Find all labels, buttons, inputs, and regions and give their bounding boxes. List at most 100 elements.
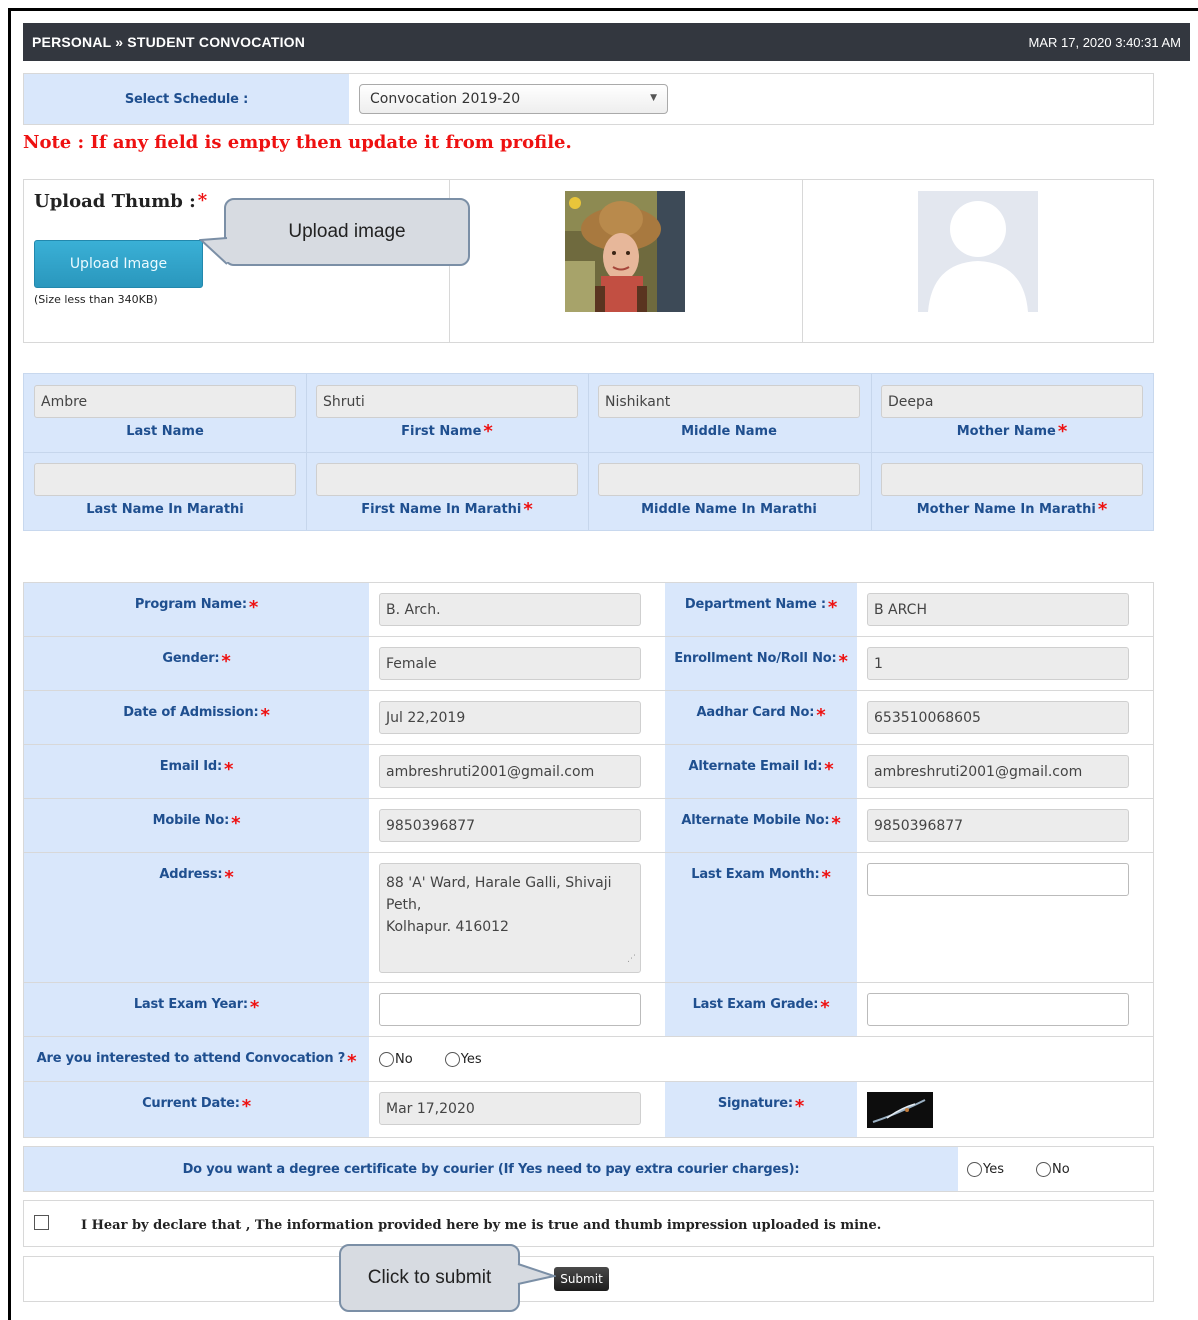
middle-name-cell: Nishikant Middle Name [588, 374, 870, 452]
table-row: Are you interested to attend Convocation… [24, 1037, 1153, 1082]
radio-yes[interactable] [444, 1051, 460, 1067]
table-row: Program Name: * B. Arch. Department Name … [24, 583, 1153, 637]
mobile-field[interactable]: 9850396877 [379, 809, 641, 842]
submit-button[interactable]: Submit [554, 1267, 609, 1291]
schedule-value-cell: Convocation 2019-20 ▼ [349, 74, 1153, 124]
callout-pointer [516, 1263, 556, 1285]
names-section: Ambre Last Name Shruti First Name * Nishi… [23, 373, 1154, 531]
address-label: Address: * [24, 853, 369, 982]
upload-image-button[interactable]: Upload Image [34, 240, 203, 288]
middle-name-marathi-label: Middle Name In Marathi [641, 501, 817, 517]
alt-mobile-field[interactable]: 9850396877 [867, 809, 1129, 842]
upload-thumb-section: Upload Thumb : * Upload Image (Size less … [23, 179, 1154, 343]
admission-date-cell: Jul 22,2019 [369, 691, 665, 744]
alt-email-field[interactable]: ambreshruti2001@gmail.com [867, 755, 1129, 788]
program-field[interactable]: B. Arch. [379, 593, 641, 626]
page-frame-top [8, 8, 1198, 11]
signature-image [867, 1092, 933, 1128]
table-row: Mobile No: * 9850396877 Alternate Mobile … [24, 799, 1153, 853]
divider [802, 180, 803, 342]
attend-no-option[interactable]: No [379, 1051, 413, 1067]
enrollment-field[interactable]: 1 [867, 647, 1129, 680]
signature-cell [857, 1082, 1153, 1137]
program-label: Program Name: * [24, 583, 369, 636]
dropdown-arrow-icon: ▼ [650, 93, 657, 103]
courier-label: Do you want a degree certificate by cour… [24, 1147, 958, 1191]
schedule-row: Select Schedule : Convocation 2019-20 ▼ [23, 73, 1154, 125]
gender-cell: Female [369, 637, 665, 690]
resize-grip-icon[interactable]: ⋰ [627, 948, 636, 970]
details-table: Program Name: * B. Arch. Department Name … [23, 582, 1154, 1138]
exam-month-input[interactable] [867, 863, 1129, 896]
attend-options: No Yes [369, 1037, 1153, 1081]
declaration-checkbox[interactable] [34, 1215, 49, 1230]
exam-year-label: Last Exam Year: * [24, 983, 369, 1036]
required-star-icon: * [523, 498, 533, 520]
table-row: Gender: * Female Enrollment No/Roll No: * … [24, 637, 1153, 691]
radio-no[interactable] [379, 1051, 394, 1067]
first-name-cell: Shruti First Name * [306, 374, 588, 452]
required-star-icon: * [838, 651, 848, 672]
middle-name-input[interactable]: Nishikant [598, 385, 860, 418]
attend-yes-option[interactable]: Yes [444, 1051, 482, 1067]
department-field[interactable]: B ARCH [867, 593, 1129, 626]
address-line: Kolhapur. 416012 [386, 919, 509, 935]
first-name-input[interactable]: Shruti [316, 385, 578, 418]
last-name-marathi-input[interactable] [34, 463, 296, 496]
mother-name-marathi-label: Mother Name In Marathi * [916, 498, 1108, 520]
alt-email-label: Alternate Email Id: * [665, 745, 857, 798]
first-name-marathi-input[interactable] [316, 463, 578, 496]
exam-year-cell [369, 983, 665, 1036]
schedule-selected-value: Convocation 2019-20 [370, 91, 521, 107]
mother-name-marathi-input[interactable] [881, 463, 1143, 496]
profile-note: Note : If any field is empty then update… [23, 132, 572, 153]
table-row: Current Date: * Mar 17,2020 Signature: * [24, 1082, 1153, 1137]
enrollment-cell: 1 [857, 637, 1153, 690]
page-header: PERSONAL » STUDENT CONVOCATION MAR 17, 2… [23, 23, 1190, 61]
required-star-icon: * [223, 759, 234, 780]
admission-date-field[interactable]: Jul 22,2019 [379, 701, 641, 734]
gender-field[interactable]: Female [379, 647, 641, 680]
header-timestamp: MAR 17, 2020 3:40:31 AM [1028, 34, 1181, 50]
radio-yes[interactable] [967, 1161, 982, 1177]
courier-no-option[interactable]: No [1036, 1161, 1070, 1177]
middle-name-marathi-input[interactable] [598, 463, 860, 496]
required-star-icon: * [824, 759, 834, 780]
page-title: PERSONAL » STUDENT CONVOCATION [32, 34, 306, 50]
aadhar-cell: 653510068605 [857, 691, 1153, 744]
middle-name-label: Middle Name [681, 423, 777, 439]
first-name-marathi-label: First Name In Marathi * [361, 498, 533, 520]
mother-name-input[interactable]: Deepa [881, 385, 1143, 418]
exam-year-input[interactable] [379, 993, 641, 1026]
upload-thumb-label: Upload Thumb : * [34, 190, 208, 212]
first-name-marathi-cell: First Name In Marathi * [306, 452, 588, 530]
enrollment-label: Enrollment No/Roll No: * [665, 637, 857, 690]
admission-date-label: Date of Admission: * [24, 691, 369, 744]
last-name-input[interactable]: Ambre [34, 385, 296, 418]
courier-options: Yes No [958, 1147, 1153, 1191]
address-textarea[interactable]: 88 'A' Ward, Harale Galli, Shivaji Peth,… [379, 863, 641, 973]
first-name-label: First Name * [401, 420, 493, 442]
aadhar-field[interactable]: 653510068605 [867, 701, 1129, 734]
schedule-select[interactable]: Convocation 2019-20 ▼ [359, 84, 668, 114]
courier-yes-option[interactable]: Yes [967, 1161, 1004, 1177]
table-row: Last Exam Year: * Last Exam Grade: * [24, 983, 1153, 1037]
exam-month-label: Last Exam Month: * [665, 853, 857, 982]
required-star-icon: * [224, 867, 234, 888]
size-hint: (Size less than 340KB) [34, 293, 158, 306]
required-star-icon: * [221, 651, 231, 672]
student-photo [565, 191, 685, 312]
current-date-cell: Mar 17,2020 [369, 1082, 665, 1137]
required-star-icon: * [827, 597, 838, 618]
table-row: Date of Admission: * Jul 22,2019 Aadhar C… [24, 691, 1153, 745]
radio-no[interactable] [1036, 1161, 1051, 1177]
address-cell: 88 'A' Ward, Harale Galli, Shivaji Peth,… [369, 853, 665, 982]
current-date-field[interactable]: Mar 17,2020 [379, 1092, 641, 1125]
last-name-marathi-cell: Last Name In Marathi [24, 452, 306, 530]
alt-mobile-cell: 9850396877 [857, 799, 1153, 852]
email-label: Email Id: * [24, 745, 369, 798]
exam-grade-input[interactable] [867, 993, 1129, 1026]
email-field[interactable]: ambreshruti2001@gmail.com [379, 755, 641, 788]
required-star-icon: * [1097, 498, 1108, 520]
declaration-row: I Hear by declare that , The information… [23, 1200, 1154, 1247]
